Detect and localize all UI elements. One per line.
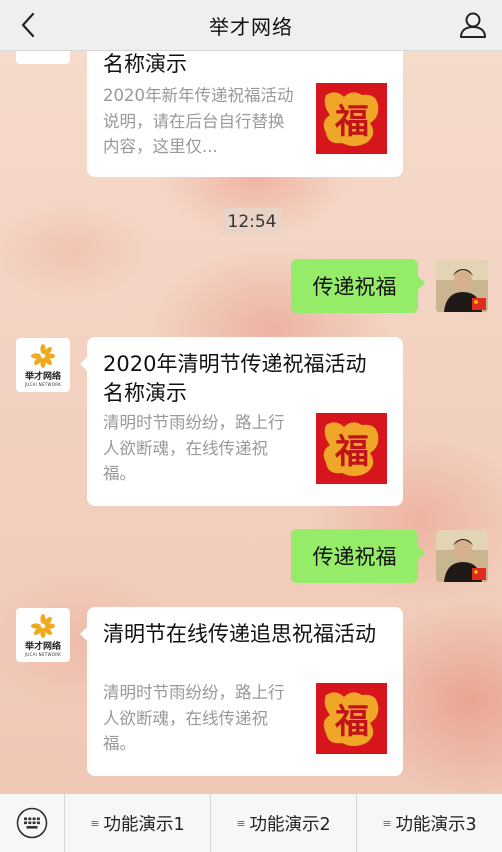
menu-label: 功能演示1: [103, 814, 185, 835]
menu-label: 功能演示3: [395, 814, 477, 835]
svg-text:福: 福: [334, 432, 369, 472]
bottom-menu-bar: ≡ 功能演示1 ≡ 功能演示2 ≡ 功能演示3: [0, 793, 502, 852]
svg-text:福: 福: [334, 702, 369, 742]
outgoing-message-bubble[interactable]: 传递祝福: [291, 259, 425, 313]
user-avatar[interactable]: [436, 260, 488, 312]
logo-flower-icon: [31, 343, 55, 368]
outgoing-message-bubble[interactable]: 传递祝福: [291, 529, 425, 583]
card-description: 2020年新年传递祝福活动说明，请在后台自行替换内容，这里仅...: [103, 86, 294, 156]
message-text: 传递祝福: [312, 275, 397, 299]
sender-avatar-logo[interactable]: 举才网络 JUCAI NETWORK: [16, 608, 70, 662]
card-description: 清明时节雨纷纷，路上行人欲断魂，在线传递祝福。: [103, 413, 285, 483]
card-description: 清明时节雨纷纷，路上行人欲断魂，在线传递祝福。: [103, 683, 285, 753]
message-text: 传递祝福: [312, 545, 397, 569]
menu-item-2[interactable]: ≡ 功能演示2: [211, 794, 357, 852]
sender-avatar-logo[interactable]: 举才网络 JUCAI NETWORK: [16, 338, 70, 392]
chat-title: 举才网络: [209, 14, 293, 39]
menu-lines-icon: ≡: [90, 816, 100, 830]
profile-icon[interactable]: [458, 10, 488, 40]
top-navigation-bar: 举才网络: [0, 0, 502, 51]
menu-item-3[interactable]: ≡ 功能演示3: [357, 794, 502, 852]
article-card[interactable]: 清明节在线传递追思祝福活动 清明时节雨纷纷，路上行人欲断魂，在线传递祝福。 福: [80, 607, 403, 776]
card-title: 名称演示: [103, 52, 187, 76]
svg-text:福: 福: [334, 102, 369, 142]
fu-character-image: 福: [316, 83, 387, 154]
menu-item-1[interactable]: ≡ 功能演示1: [65, 794, 211, 852]
message-timestamp: 12:54: [221, 208, 283, 235]
user-avatar[interactable]: [436, 530, 488, 582]
user-photo: [436, 530, 488, 582]
fu-thumbnail: 福: [316, 83, 387, 154]
card-title: 清明节在线传递追思祝福活动: [103, 622, 376, 646]
keyboard-toggle-button[interactable]: [0, 794, 65, 852]
keyboard-icon: [16, 807, 48, 839]
back-arrow-icon[interactable]: [14, 10, 44, 40]
fu-thumbnail: 福: [316, 683, 387, 754]
menu-lines-icon: ≡: [382, 816, 392, 830]
fu-character-image: 福: [316, 413, 387, 484]
article-card[interactable]: 2020年清明节传递祝福活动名称演示 清明时节雨纷纷，路上行人欲断魂，在线传递祝…: [80, 337, 403, 506]
card-title: 2020年清明节传递祝福活动名称演示: [103, 352, 367, 405]
fu-character-image: 福: [316, 683, 387, 754]
fu-thumbnail: 福: [316, 413, 387, 484]
user-photo: [436, 260, 488, 312]
menu-lines-icon: ≡: [236, 816, 246, 830]
logo-flower-icon: [31, 613, 55, 638]
menu-label: 功能演示2: [249, 814, 331, 835]
